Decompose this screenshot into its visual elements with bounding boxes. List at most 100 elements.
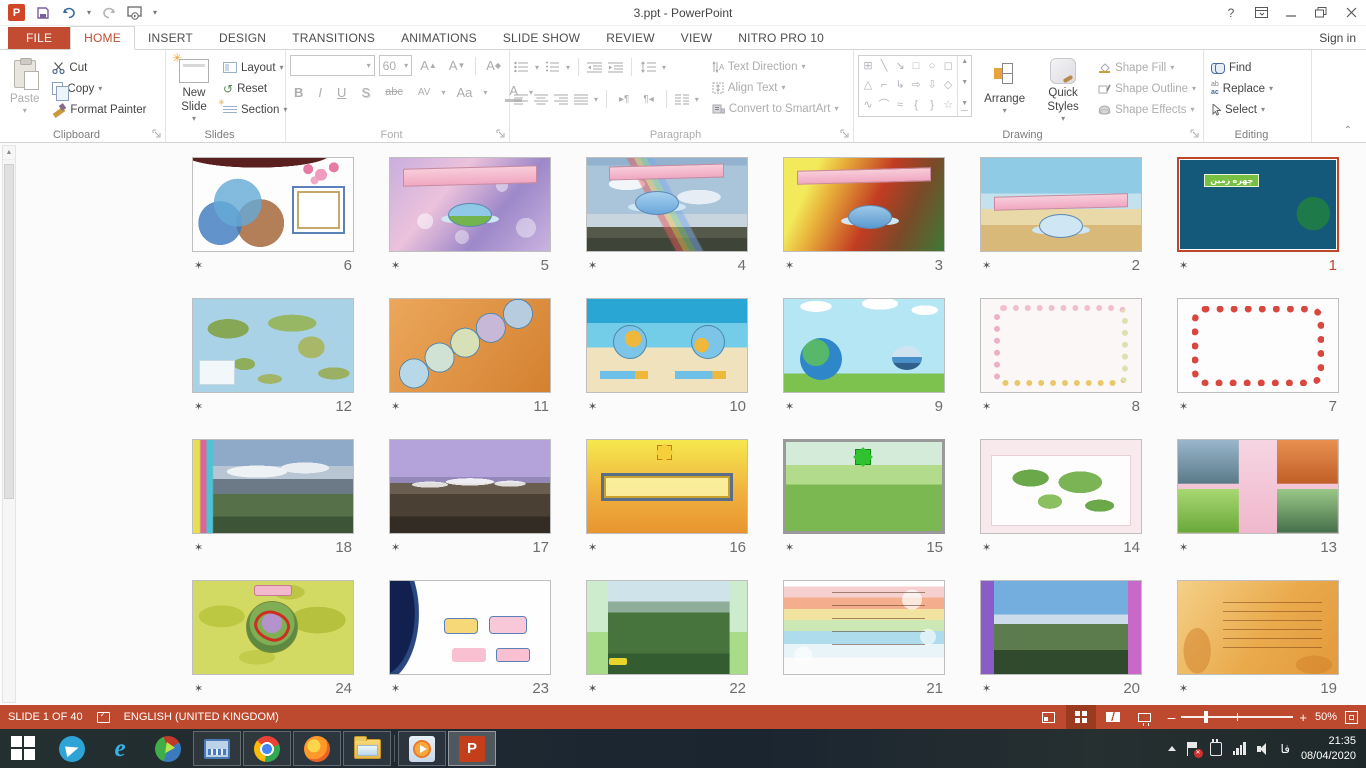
shape-gallery-scrollbar[interactable]: ▲ ▼ ▼— (957, 56, 971, 116)
character-spacing-button[interactable]: AV (414, 82, 435, 102)
transition-star-icon[interactable]: ✶ (1179, 400, 1188, 413)
shape-effects-button[interactable]: Shape Effects▾ (1095, 99, 1199, 120)
shape-glyph-7[interactable]: ⌐ (881, 80, 887, 91)
justify-icon[interactable] (574, 94, 588, 105)
tab-file[interactable]: FILE (8, 27, 70, 49)
slide-thumbnail[interactable] (1177, 439, 1339, 534)
paste-button[interactable]: Paste▾ (4, 55, 45, 125)
slide-thumbnail[interactable] (783, 298, 945, 393)
slide-thumbnail[interactable] (980, 439, 1142, 534)
transition-star-icon[interactable]: ✶ (194, 541, 203, 554)
copy-button[interactable]: Copy▾ (49, 78, 149, 99)
undo-icon[interactable] (61, 5, 77, 21)
text-shadow-button[interactable]: S (357, 82, 374, 102)
font-dialog-launcher[interactable] (496, 129, 506, 139)
paragraph-dialog-launcher[interactable] (840, 129, 850, 139)
reading-view-button[interactable] (1098, 705, 1128, 729)
underline-button[interactable]: U (333, 82, 350, 102)
shape-gallery[interactable]: ⊞╲↘□○◻△⌐↳⇨⇩◇∿⌒≈{}☆ ▲ ▼ ▼— (858, 55, 972, 117)
align-center-icon[interactable] (534, 94, 548, 105)
layout-button[interactable]: Layout▾ (220, 57, 290, 78)
customize-quick-access-icon[interactable]: ▾ (153, 8, 157, 17)
slide-thumbnail[interactable] (192, 439, 354, 534)
transition-star-icon[interactable]: ✶ (391, 541, 400, 554)
transition-star-icon[interactable]: ✶ (1179, 682, 1188, 695)
transition-star-icon[interactable]: ✶ (194, 400, 203, 413)
font-size-combobox[interactable]: 60▾ (379, 55, 413, 76)
text-direction-button[interactable]: A Text Direction▾ (709, 56, 842, 77)
slide-thumbnail[interactable] (586, 157, 748, 252)
convert-to-smartart-button[interactable]: Convert to SmartArt▾ (709, 98, 842, 119)
slide-thumbnail[interactable] (586, 298, 748, 393)
transition-star-icon[interactable]: ✶ (982, 400, 991, 413)
transition-star-icon[interactable]: ✶ (391, 259, 400, 272)
transition-star-icon[interactable]: ✶ (391, 682, 400, 695)
scrollbar-thumb[interactable] (4, 164, 14, 499)
tab-view[interactable]: VIEW (668, 27, 725, 49)
zoom-slider[interactable] (1181, 716, 1293, 718)
undo-dropdown-icon[interactable]: ▾ (87, 8, 91, 17)
align-right-icon[interactable] (554, 94, 568, 105)
slide-thumbnail[interactable] (980, 580, 1142, 675)
vertical-scrollbar[interactable]: ▲ (2, 145, 16, 703)
transition-star-icon[interactable]: ✶ (785, 541, 794, 554)
transition-star-icon[interactable]: ✶ (391, 400, 400, 413)
restore-button[interactable] (1306, 1, 1336, 25)
columns-icon[interactable] (675, 94, 689, 105)
reset-button[interactable]: ↺ Reset (220, 78, 290, 99)
replace-button[interactable]: abac Replace▾ (1208, 78, 1307, 99)
slide-thumbnail[interactable] (980, 298, 1142, 393)
normal-view-button[interactable] (1034, 705, 1064, 729)
find-button[interactable]: Find (1208, 57, 1307, 78)
shape-glyph-13[interactable]: ⌒ (879, 100, 890, 111)
italic-button[interactable]: I (314, 82, 326, 102)
shape-glyph-3[interactable]: □ (913, 61, 920, 72)
powerpoint-logo-icon[interactable]: P (8, 4, 25, 21)
minimize-button[interactable] (1276, 1, 1306, 25)
shape-glyph-4[interactable]: ○ (929, 61, 936, 72)
shape-glyph-16[interactable]: } (930, 100, 934, 111)
transition-star-icon[interactable]: ✶ (982, 541, 991, 554)
shape-glyph-10[interactable]: ⇩ (928, 80, 937, 91)
shape-glyph-2[interactable]: ↘ (895, 61, 904, 72)
shape-glyph-9[interactable]: ⇨ (911, 80, 920, 91)
rtl-text-direction-icon[interactable]: ¶◂ (639, 89, 657, 109)
clipboard-dialog-launcher[interactable] (152, 129, 162, 139)
transition-star-icon[interactable]: ✶ (194, 682, 203, 695)
ltr-text-direction-icon[interactable]: ▸¶ (615, 89, 633, 109)
slide-thumbnail[interactable] (980, 157, 1142, 252)
zoom-slider-thumb[interactable] (1204, 711, 1208, 723)
gallery-down-icon[interactable]: ▼ (961, 79, 968, 86)
transition-star-icon[interactable]: ✶ (588, 259, 597, 272)
taskbar-item-on-screen-keyboard[interactable] (193, 731, 241, 766)
decrease-indent-icon[interactable] (587, 61, 602, 73)
slide-indicator[interactable]: SLIDE 1 OF 40 (8, 711, 83, 723)
shape-outline-button[interactable]: Shape Outline▾ (1095, 78, 1199, 99)
redo-icon[interactable] (101, 5, 117, 21)
select-button[interactable]: Select▾ (1208, 99, 1307, 120)
collapse-ribbon-icon[interactable]: ⌃ (1344, 125, 1352, 136)
transition-star-icon[interactable]: ✶ (1179, 541, 1188, 554)
taskbar-item-internet-explorer[interactable]: e (96, 729, 144, 768)
zoom-out-button[interactable]: – (1168, 709, 1176, 725)
tab-review[interactable]: REVIEW (593, 27, 668, 49)
sign-in-link[interactable]: Sign in (1319, 31, 1356, 45)
bullets-icon[interactable] (514, 61, 529, 73)
slide-thumbnail[interactable] (389, 157, 551, 252)
shape-glyph-8[interactable]: ↳ (895, 80, 904, 91)
align-left-icon[interactable] (514, 94, 528, 105)
save-icon[interactable] (35, 5, 51, 21)
shape-glyph-14[interactable]: ≈ (897, 100, 903, 111)
tab-slide-show[interactable]: SLIDE SHOW (490, 27, 593, 49)
align-text-button[interactable]: Align Text▾ (709, 77, 842, 98)
clear-formatting-button[interactable]: A◆ (482, 56, 505, 76)
tab-nitro-pro-10[interactable]: NITRO PRO 10 (725, 27, 837, 49)
font-name-combobox[interactable]: ▾ (290, 55, 375, 76)
slide-thumbnail[interactable] (586, 439, 748, 534)
shape-glyph-15[interactable]: { (914, 100, 918, 111)
cut-button[interactable]: Cut (49, 57, 149, 78)
taskbar-item-powerpoint[interactable]: P (448, 731, 496, 766)
tab-home[interactable]: HOME (70, 26, 135, 50)
strikethrough-button[interactable]: abc (381, 82, 407, 102)
line-spacing-icon[interactable] (640, 61, 656, 73)
